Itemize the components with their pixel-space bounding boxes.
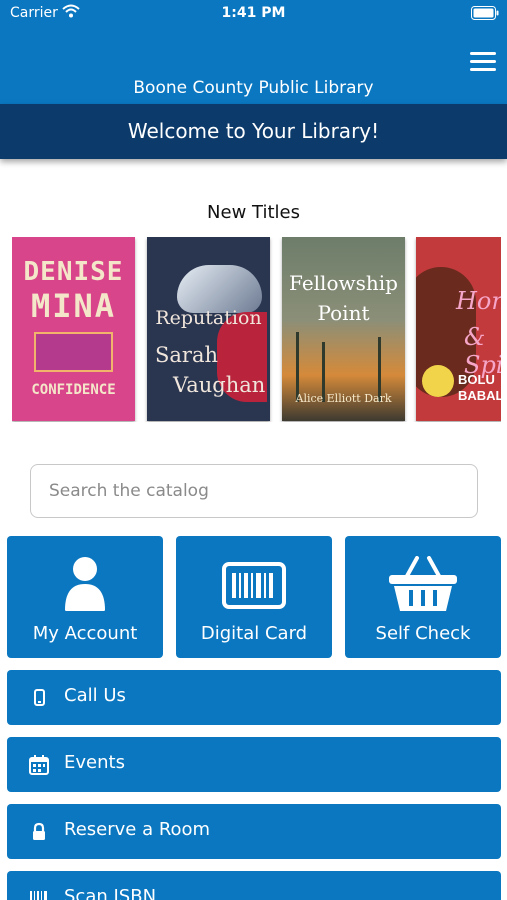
- book-title: Hone: [456, 287, 501, 315]
- my-account-label: My Account: [32, 623, 138, 644]
- book-cover-honey-and-spice[interactable]: Hone & Spic BOLU BABALO: [416, 237, 501, 421]
- digital-card-label: Digital Card: [200, 623, 308, 644]
- search-input[interactable]: [30, 464, 478, 518]
- book-author: Vaughan: [173, 373, 266, 397]
- barcode-card-icon: [222, 562, 286, 609]
- barcode-icon: [30, 891, 47, 900]
- book-illustration: [34, 332, 113, 372]
- call-us-button[interactable]: Call Us: [7, 670, 501, 725]
- book-title: Point: [317, 301, 370, 325]
- basket-icon: [389, 556, 457, 611]
- app-header: Boone County Public Library: [0, 28, 507, 104]
- library-name: Boone County Public Library: [133, 78, 374, 98]
- book-cover-reputation[interactable]: Reputation Sarah Vaughan: [147, 237, 270, 421]
- book-cover-confidence[interactable]: DENISE MINA CONFIDENCE: [12, 237, 135, 421]
- badge-illustration: [422, 365, 454, 397]
- call-us-label: Call Us: [64, 685, 126, 706]
- book-author: DENISE: [23, 257, 124, 287]
- phone-icon: [34, 689, 45, 706]
- book-author: Sarah: [155, 343, 218, 367]
- battery-icon: [471, 6, 499, 20]
- clock: 1:41 PM: [221, 5, 286, 21]
- book-title: CONFIDENCE: [31, 382, 116, 398]
- reserve-a-room-button[interactable]: Reserve a Room: [7, 804, 501, 859]
- user-icon: [65, 557, 105, 611]
- reserve-a-room-label: Reserve a Room: [64, 819, 211, 840]
- book-author: MINA: [30, 287, 117, 325]
- book-illustration: [177, 265, 262, 313]
- new-titles-heading: New Titles: [207, 202, 300, 223]
- lock-icon: [33, 822, 45, 840]
- scan-isbn-button[interactable]: Scan ISBN: [7, 871, 501, 900]
- self-check-button[interactable]: Self Check: [345, 536, 501, 658]
- new-titles-carousel[interactable]: DENISE MINA CONFIDENCE Reputation Sarah …: [12, 237, 501, 422]
- hamburger-menu-icon[interactable]: [470, 52, 496, 74]
- welcome-banner: Welcome to Your Library!: [0, 104, 507, 159]
- my-account-button[interactable]: My Account: [7, 536, 163, 658]
- book-author: BOLU BABALO: [458, 372, 501, 403]
- events-label: Events: [64, 752, 125, 773]
- digital-card-button[interactable]: Digital Card: [176, 536, 332, 658]
- book-cover-fellowship-point[interactable]: Fellowship Point Alice Elliott Dark: [282, 237, 405, 421]
- book-title: & Spic: [464, 323, 501, 379]
- book-title: Fellowship: [289, 271, 398, 295]
- scan-isbn-label: Scan ISBN: [64, 886, 157, 900]
- calendar-icon: [29, 755, 49, 775]
- self-check-label: Self Check: [375, 623, 471, 644]
- status-bar: Carrier 1:41 PM: [0, 0, 507, 28]
- book-author: Alice Elliott Dark: [295, 392, 392, 405]
- events-button[interactable]: Events: [7, 737, 501, 792]
- book-title: Reputation: [155, 307, 262, 329]
